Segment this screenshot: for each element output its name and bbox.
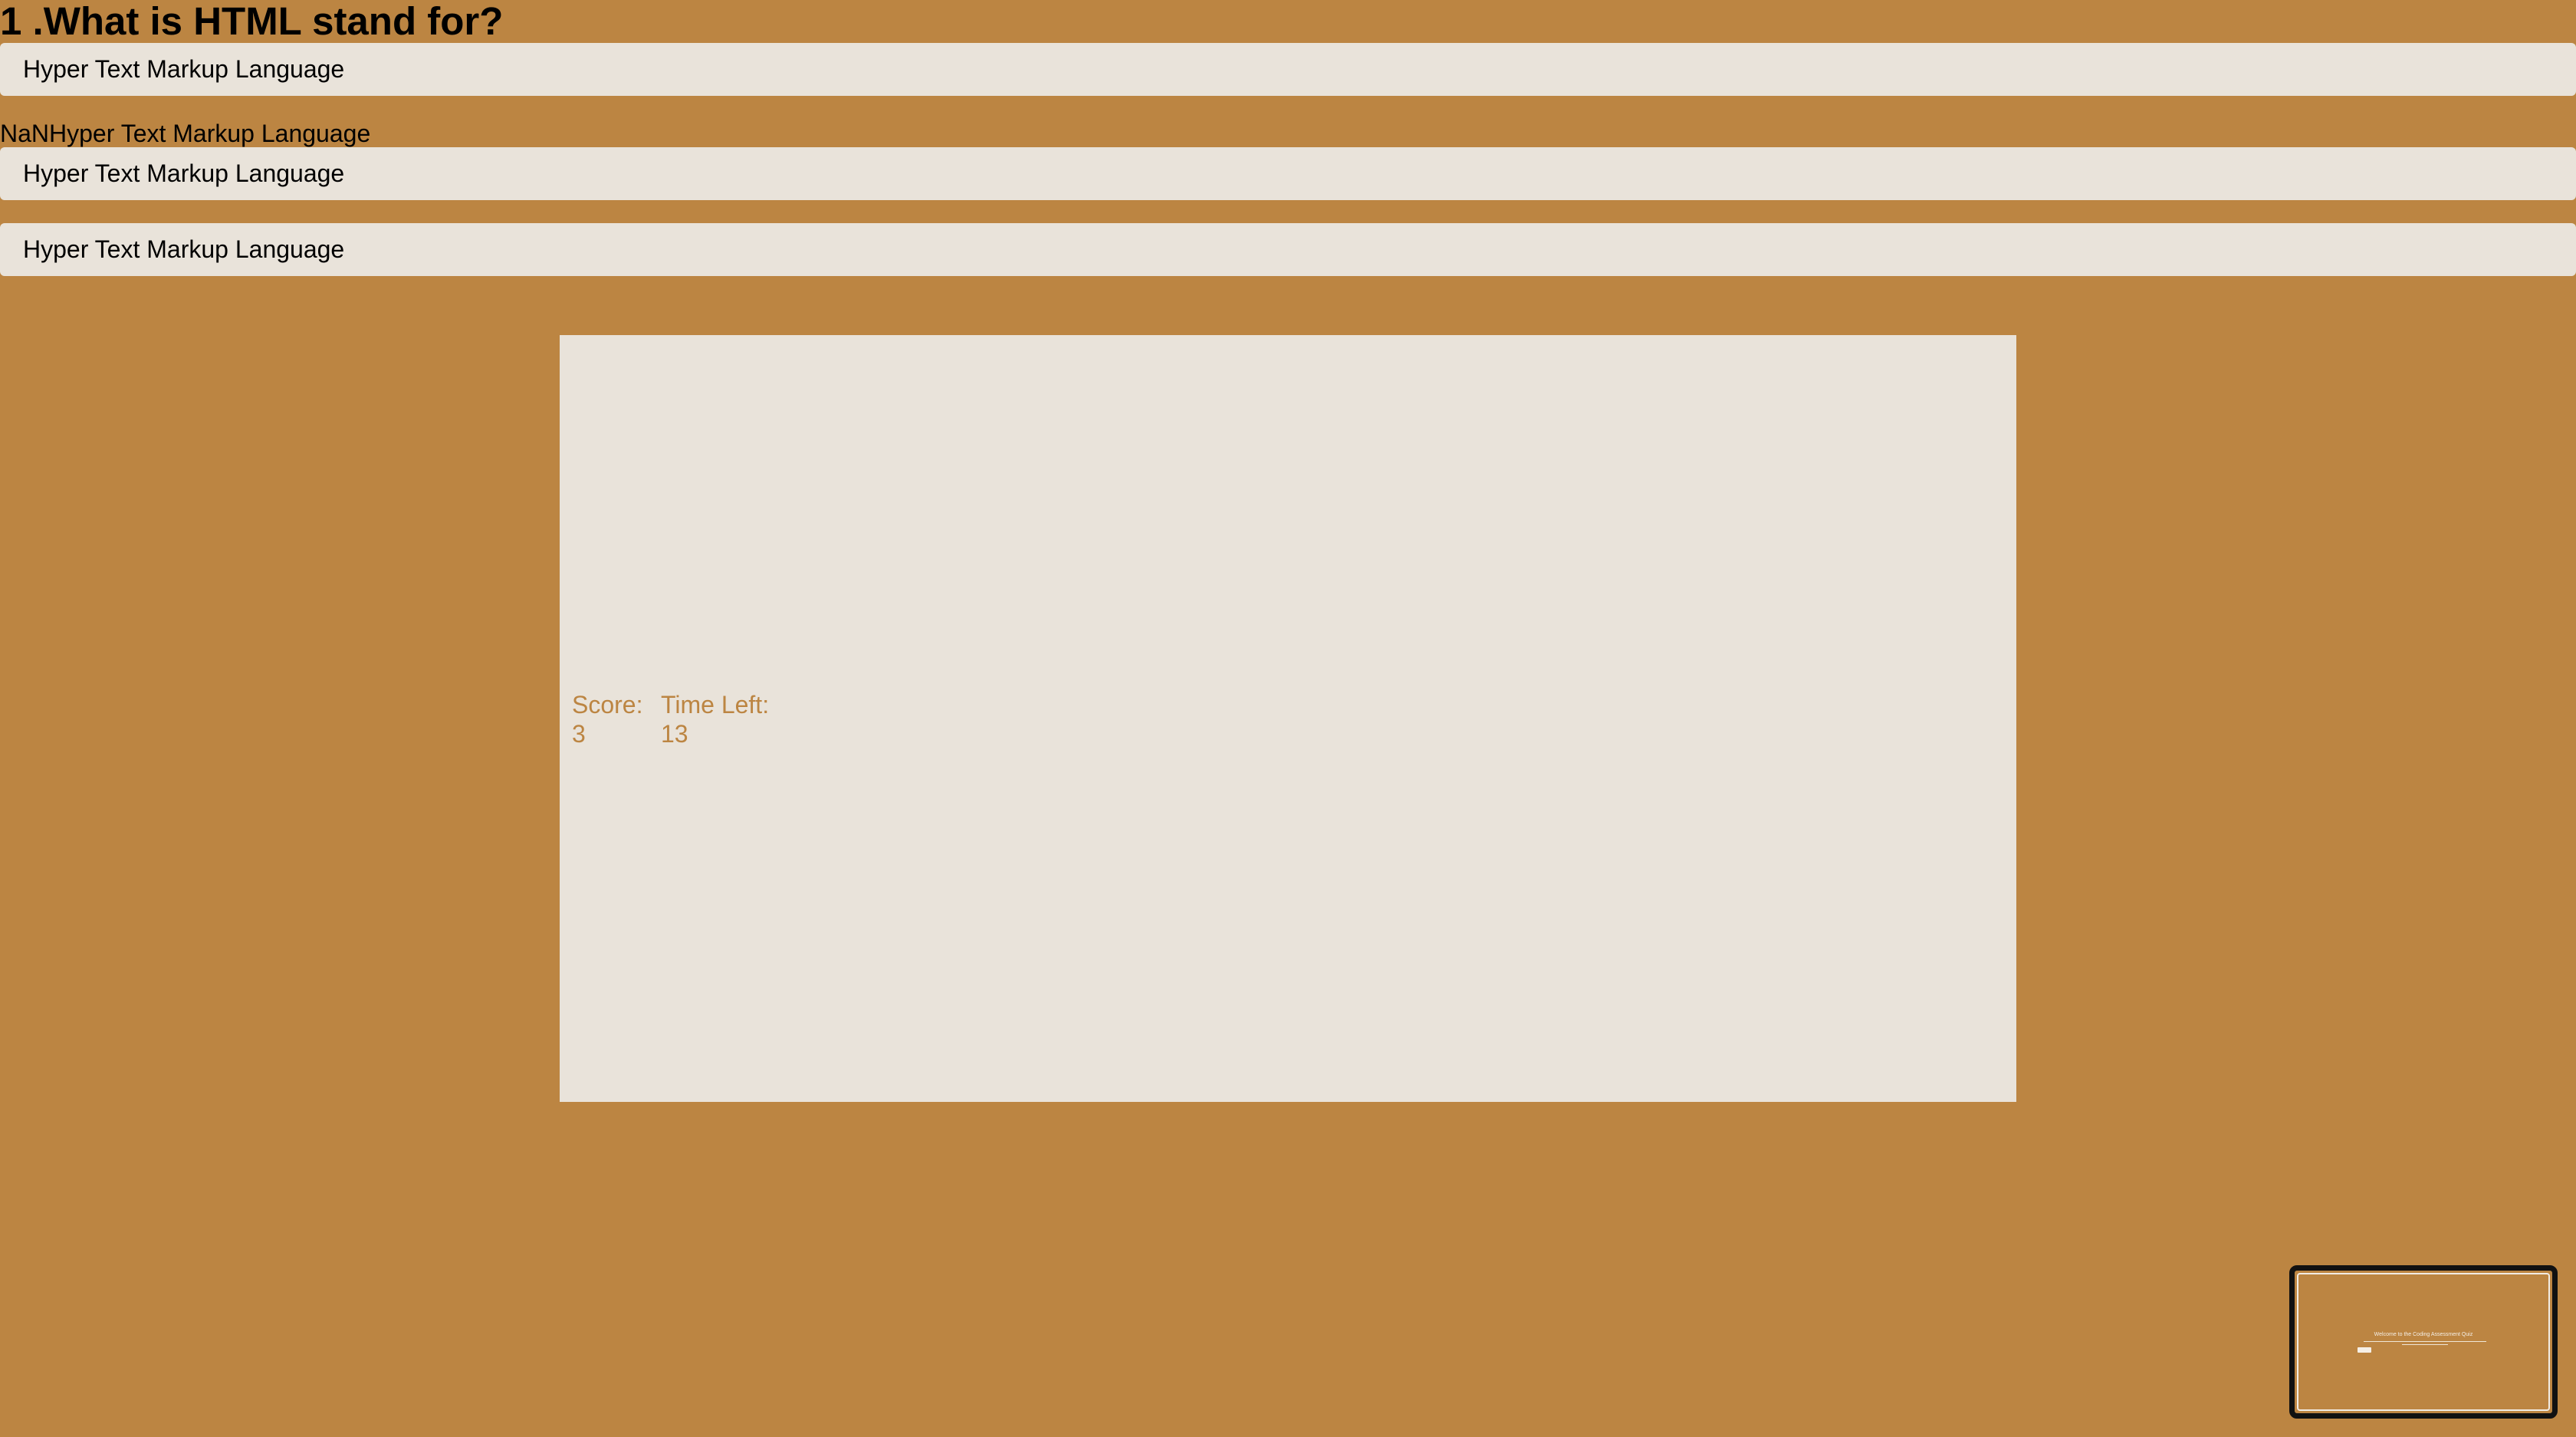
thumbnail-frame (2297, 1273, 2550, 1411)
time-left-value: 13 (661, 720, 688, 748)
preview-thumbnail[interactable]: Welcome to the Coding Assessment Quiz (2289, 1265, 2558, 1419)
timer-display: Time Left: 13 (661, 690, 769, 748)
answer-option-3[interactable]: Hyper Text Markup Language (0, 223, 2576, 276)
answer-option-2[interactable]: Hyper Text Markup Language (0, 147, 2576, 200)
score-value: 3 (572, 720, 586, 748)
thumbnail-title: Welcome to the Coding Assessment Quiz (2374, 1332, 2473, 1337)
question-heading: 1 .What is HTML stand for? (0, 0, 504, 43)
thumbnail-text-line (2402, 1344, 2448, 1345)
quiz-panel: Score: 3 Time Left: 13 (560, 335, 2016, 1102)
time-left-label: Time Left: (661, 691, 770, 718)
quiz-page: 1 .What is HTML stand for? Hyper Text Ma… (0, 0, 2576, 1437)
score-label: Score: (572, 691, 643, 718)
thumbnail-start-button (2358, 1347, 2371, 1353)
answer-option-label: Hyper Text Markup Language (23, 159, 345, 187)
answer-option-1[interactable]: Hyper Text Markup Language (0, 43, 2576, 96)
answer-option-label: Hyper Text Markup Language (23, 55, 345, 83)
score-display: Score: 3 (572, 690, 642, 748)
thumbnail-text-line (2364, 1341, 2486, 1342)
result-text: NaNHyper Text Markup Language (0, 120, 371, 147)
answer-option-label: Hyper Text Markup Language (23, 235, 345, 263)
